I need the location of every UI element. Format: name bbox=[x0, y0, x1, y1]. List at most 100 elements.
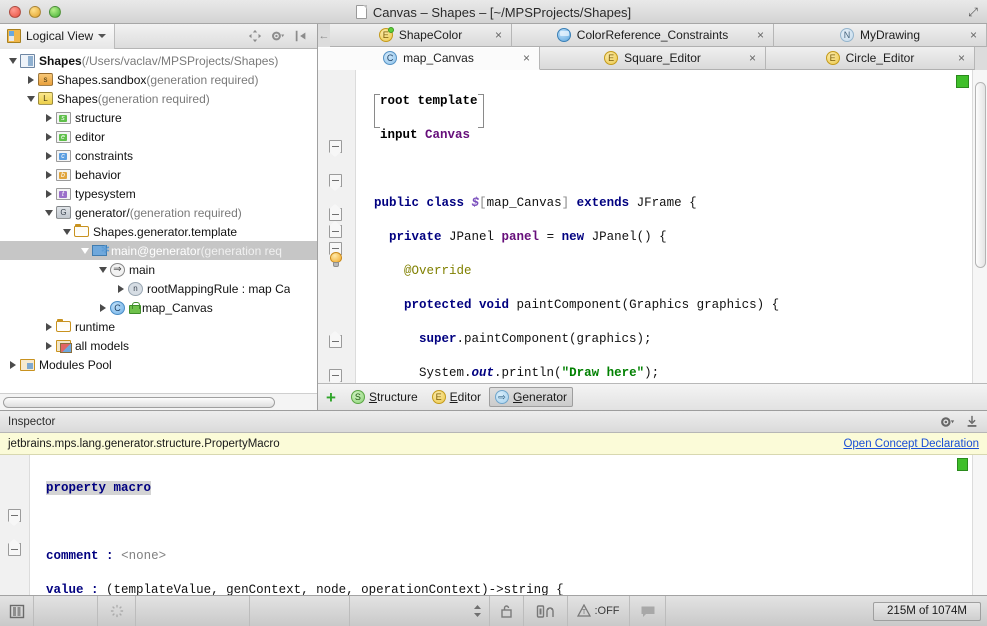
aspect-tab-structure[interactable]: SStructure bbox=[345, 387, 424, 407]
expand-all-icon[interactable] bbox=[248, 29, 262, 43]
logical-view-selector[interactable]: Logical View bbox=[0, 24, 115, 49]
editor-tab-mydrawing[interactable]: NMyDrawing× bbox=[774, 24, 987, 47]
hide-panel-icon[interactable] bbox=[965, 415, 979, 429]
fold-marker[interactable] bbox=[329, 174, 342, 187]
tree-twisty[interactable] bbox=[78, 241, 92, 260]
close-tab-icon[interactable]: × bbox=[523, 52, 530, 64]
tree-twisty[interactable] bbox=[6, 355, 20, 374]
code-text[interactable]: root template input Canvas public class … bbox=[356, 70, 987, 383]
tree-scrollbar-thumb[interactable] bbox=[3, 397, 275, 408]
tree-row-main[interactable]: ⇒main bbox=[0, 260, 317, 279]
tree-twisty[interactable] bbox=[42, 184, 56, 203]
memory-indicator[interactable]: 215M of 1074M bbox=[873, 602, 981, 621]
tree-row-rootmappingrule-map-ca[interactable]: nrootMappingRule : map Ca bbox=[0, 279, 317, 298]
settings-gear-icon[interactable] bbox=[271, 29, 285, 43]
tree-twisty[interactable] bbox=[42, 165, 56, 184]
tree-row-constraints[interactable]: cconstraints bbox=[0, 146, 317, 165]
status-stepper-cell[interactable] bbox=[350, 596, 490, 626]
collapse-panel-icon[interactable] bbox=[294, 29, 308, 43]
transparency-status-button[interactable]: T :OFF bbox=[568, 596, 630, 626]
close-tab-icon[interactable]: × bbox=[749, 52, 756, 64]
zoom-window-button[interactable] bbox=[49, 6, 61, 18]
lock-status-button[interactable] bbox=[490, 596, 524, 626]
tree-twisty[interactable] bbox=[96, 260, 110, 279]
fold-marker[interactable] bbox=[329, 335, 342, 348]
inspector-vertical-scrollbar[interactable] bbox=[972, 455, 987, 595]
fold-marker[interactable] bbox=[329, 369, 342, 382]
aspect-tab-generator[interactable]: ⇨Generator bbox=[489, 387, 573, 407]
aspect-tab-editor[interactable]: EEditor bbox=[426, 387, 487, 407]
fold-marker[interactable] bbox=[329, 208, 342, 221]
open-concept-declaration-link[interactable]: Open Concept Declaration bbox=[843, 438, 979, 450]
toggle-sidebar-button[interactable] bbox=[0, 596, 34, 626]
structure-aspect-icon: S bbox=[351, 390, 365, 404]
analysis-ok-marker[interactable] bbox=[957, 458, 968, 471]
tree-row-shapes-sandbox[interactable]: sShapes.sandbox (generation required) bbox=[0, 70, 317, 89]
tree-row-shapes-generator-template[interactable]: Shapes.generator.template bbox=[0, 222, 317, 241]
tree-twisty[interactable] bbox=[42, 317, 56, 336]
tree-horizontal-scrollbar[interactable] bbox=[0, 393, 317, 410]
inspector-body[interactable]: property macro comment : <none> value : … bbox=[0, 455, 987, 595]
tree-row-behavior[interactable]: bbehavior bbox=[0, 165, 317, 184]
fold-marker[interactable] bbox=[8, 509, 21, 522]
inspector-code-text[interactable]: property macro comment : <none> value : … bbox=[30, 455, 971, 595]
tree-row-main-generator[interactable]: main@generator (generation req bbox=[0, 241, 317, 260]
fold-marker[interactable] bbox=[329, 225, 342, 238]
tree-row-label: Modules Pool bbox=[39, 358, 112, 372]
editor-tab-square-editor[interactable]: ESquare_Editor× bbox=[540, 47, 766, 70]
tree-row-structure[interactable]: sstructure bbox=[0, 108, 317, 127]
tree-row-runtime[interactable]: runtime bbox=[0, 317, 317, 336]
close-tab-icon[interactable]: × bbox=[958, 52, 965, 64]
tree-twisty[interactable] bbox=[42, 127, 56, 146]
fold-marker[interactable] bbox=[8, 543, 21, 556]
lightbulb-icon[interactable] bbox=[329, 252, 343, 268]
project-panel-tools bbox=[248, 29, 317, 43]
editor-gutter[interactable] bbox=[318, 70, 356, 383]
fold-marker[interactable] bbox=[329, 140, 342, 153]
editor-vertical-scrollbar[interactable] bbox=[972, 70, 987, 383]
close-tab-icon[interactable]: × bbox=[757, 29, 764, 41]
tree-row-label: editor bbox=[75, 130, 105, 144]
expand-icon[interactable]: ⤢ bbox=[965, 4, 981, 20]
tree-twisty[interactable] bbox=[24, 89, 38, 108]
tree-twisty[interactable] bbox=[114, 279, 128, 298]
tree-twisty[interactable] bbox=[24, 70, 38, 89]
minimize-window-button[interactable] bbox=[29, 6, 41, 18]
tree-twisty[interactable] bbox=[60, 222, 74, 241]
tree-row-modules-pool[interactable]: Modules Pool bbox=[0, 355, 317, 374]
tree-row-map-canvas[interactable]: Cmap_Canvas bbox=[0, 298, 317, 317]
tree-row-typesystem[interactable]: ttypesystem bbox=[0, 184, 317, 203]
settings-gear-icon[interactable] bbox=[940, 415, 955, 429]
inspector-gutter[interactable] bbox=[0, 455, 30, 595]
back-arrow-icon[interactable]: ← bbox=[318, 24, 330, 47]
tree-row-all-models[interactable]: all models bbox=[0, 336, 317, 355]
editor-tab-circle-editor[interactable]: ECircle_Editor× bbox=[766, 47, 975, 70]
editor-tab-shapecolor[interactable]: EShapeColor× bbox=[330, 24, 512, 47]
plugin-status-button[interactable] bbox=[524, 596, 568, 626]
tree-twisty[interactable] bbox=[6, 51, 20, 70]
tree-twisty[interactable] bbox=[42, 336, 56, 355]
tree-twisty[interactable] bbox=[96, 298, 110, 317]
close-tab-icon[interactable]: × bbox=[970, 29, 977, 41]
analysis-ok-marker[interactable] bbox=[956, 75, 969, 88]
tree-row-shapes[interactable]: Shapes (/Users/vaclav/MPSProjects/Shapes… bbox=[0, 51, 317, 70]
close-tab-icon[interactable]: × bbox=[495, 29, 502, 41]
stepper-icon[interactable] bbox=[473, 604, 482, 618]
tree-twisty[interactable] bbox=[42, 203, 56, 222]
tree-twisty[interactable] bbox=[42, 146, 56, 165]
event-log-button[interactable] bbox=[630, 596, 666, 626]
editor-scrollbar-thumb[interactable] bbox=[975, 82, 986, 268]
tree-row-shapes[interactable]: LShapes (generation required) bbox=[0, 89, 317, 108]
editor-tabs-area: ←EShapeColor×ColorReference_Constraints×… bbox=[318, 24, 987, 70]
tree-row-generator[interactable]: Ggenerator/ (generation required) bbox=[0, 203, 317, 222]
editor-tab-map-canvas[interactable]: Cmap_Canvas× bbox=[318, 47, 540, 70]
code-editor[interactable]: root template input Canvas public class … bbox=[318, 70, 987, 383]
tree-row-editor[interactable]: eeditor bbox=[0, 127, 317, 146]
tree-twisty[interactable] bbox=[42, 108, 56, 127]
add-aspect-button[interactable]: + bbox=[326, 389, 336, 406]
close-window-button[interactable] bbox=[9, 6, 21, 18]
project-tree[interactable]: Shapes (/Users/vaclav/MPSProjects/Shapes… bbox=[0, 49, 317, 393]
editor-tab-colorreference-constraints[interactable]: ColorReference_Constraints× bbox=[512, 24, 774, 47]
background-tasks-button[interactable] bbox=[98, 596, 136, 626]
window-controls[interactable] bbox=[9, 6, 61, 18]
